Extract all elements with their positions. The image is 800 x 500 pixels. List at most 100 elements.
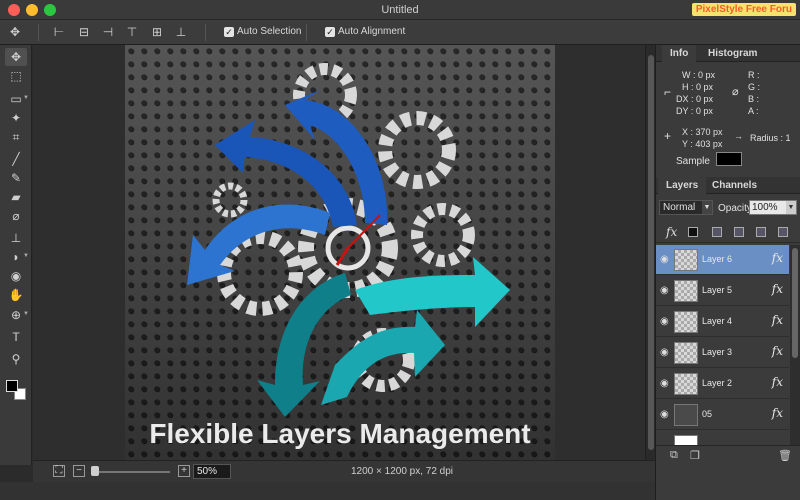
toolbar-divider <box>306 24 307 41</box>
zoom-slider-track[interactable] <box>95 471 170 473</box>
tools-panel: ✥ ⬚ ▭ ▼ ✦ ⌗ ╱ ✎ ▰ ⌀ ⊥ ◗ ▼ ◉ ✋ ⊕ ▼ T ⚲ <box>0 45 32 465</box>
layer-thumbnail <box>674 373 698 395</box>
style-outer-glow-icon[interactable] <box>734 227 744 237</box>
transform-tool-button[interactable]: ⬚ <box>5 67 27 85</box>
layer-style-bar: fx <box>656 221 800 243</box>
info-dy: DY : 0 px <box>676 106 713 116</box>
check-icon: ✓ <box>325 27 335 37</box>
layer-row[interactable] <box>656 431 789 445</box>
options-toolbar: ✥ ⊢ ⊟ ⊣ ⊤ ⊞ ⊥ ✓ Auto Selection ✓ Auto Alig… <box>0 20 800 45</box>
crop-tool-button[interactable]: ⌗ <box>5 128 27 146</box>
marquee-tool-button[interactable]: ▭ ▼ <box>5 90 29 108</box>
layer-fx-icon[interactable]: fx <box>772 344 783 358</box>
align-center-h-icon[interactable]: ⊟ <box>77 25 91 39</box>
align-center-v-icon[interactable]: ⊞ <box>150 25 164 39</box>
bottom-strip <box>0 482 655 500</box>
selection-corner-icon: ⌐ <box>664 85 672 99</box>
move-tool-icon[interactable]: ✥ <box>8 25 22 39</box>
layer-thumbnail <box>674 280 698 302</box>
toolbar-divider <box>205 24 206 41</box>
pencil-tool-button[interactable]: ✎ <box>5 169 27 187</box>
blend-mode-select[interactable]: Normal ▼ <box>659 200 713 215</box>
window-title: Untitled <box>381 4 419 16</box>
zoom-slider-knob[interactable] <box>91 466 99 476</box>
auto-selection-checkbox[interactable]: ✓ Auto Selection <box>224 26 302 37</box>
zoom-in-icon[interactable]: + <box>178 465 190 477</box>
fx-icon[interactable]: fx <box>666 225 677 239</box>
align-top-icon[interactable]: ⊤ <box>125 25 139 39</box>
toolbar-divider <box>38 24 39 41</box>
layer-thumbnail <box>674 311 698 333</box>
canvas[interactable]: Flexible Layers Management <box>125 45 555 460</box>
zoom-level-field[interactable]: 50% <box>193 464 231 479</box>
fit-screen-icon[interactable]: ⛶ <box>53 465 65 477</box>
align-right-icon[interactable]: ⊣ <box>101 25 115 39</box>
red-eye-tool-button[interactable]: ◉ <box>5 267 27 285</box>
blend-mode-value: Normal <box>663 202 696 213</box>
eyedropper-icon: ⌀ <box>732 86 739 98</box>
tab-info[interactable]: Info <box>662 45 697 62</box>
hand-tool-button[interactable]: ✋ <box>5 286 27 304</box>
auto-alignment-checkbox[interactable]: ✓ Auto Alignment <box>325 26 405 37</box>
layer-fx-icon[interactable]: fx <box>772 406 783 420</box>
info-h: H : 0 px <box>682 82 714 92</box>
layer-thumbnail <box>674 404 698 426</box>
magnifier-tool-button[interactable]: ⚲ <box>5 350 27 368</box>
text-tool-button[interactable]: T <box>5 328 27 346</box>
foreground-color-swatch[interactable] <box>6 380 18 392</box>
bucket-tool-button[interactable]: ◗ ▼ <box>5 248 29 266</box>
tab-layers[interactable]: Layers <box>658 177 707 194</box>
canvas-vertical-scrollbar[interactable] <box>645 45 655 460</box>
layer-fx-icon[interactable]: fx <box>772 375 783 389</box>
sample-color-swatch[interactable] <box>716 152 742 166</box>
duplicate-layer-icon[interactable]: ❐ <box>690 449 700 462</box>
visibility-eye-icon[interactable]: ◉ <box>660 285 669 296</box>
info-r: R : <box>748 70 760 80</box>
stamp-tool-button[interactable]: ⊥ <box>5 229 27 247</box>
visibility-eye-icon[interactable]: ◉ <box>660 347 669 358</box>
layer-row[interactable]: ◉ Layer 6 fx <box>656 245 789 275</box>
layer-fx-icon[interactable]: fx <box>772 313 783 327</box>
check-icon: ✓ <box>224 27 234 37</box>
tab-channels[interactable]: Channels <box>712 180 757 191</box>
sample-label: Sample <box>676 156 710 167</box>
layer-fx-icon[interactable]: fx <box>772 251 783 265</box>
layer-thumbnail <box>674 249 698 271</box>
layer-row[interactable]: ◉ 05 fx <box>656 400 789 430</box>
eraser-tool-button[interactable]: ▰ <box>5 188 27 206</box>
new-layer-icon[interactable]: ⧉ <box>670 449 678 462</box>
eyedropper-tool-button[interactable]: ⌀ <box>5 207 27 225</box>
layer-row[interactable]: ◉ Layer 5 fx <box>656 276 789 306</box>
brush-tool-button[interactable]: ╱ <box>5 150 27 168</box>
move-tool-button[interactable]: ✥ <box>5 48 27 66</box>
style-bevel-icon[interactable] <box>756 227 766 237</box>
layer-name: Layer 6 <box>702 254 733 264</box>
tab-histogram[interactable]: Histogram <box>708 48 757 59</box>
layer-thumbnail <box>674 342 698 364</box>
zoom-out-icon[interactable]: − <box>73 465 85 477</box>
align-bottom-icon[interactable]: ⊥ <box>174 25 188 39</box>
align-left-icon[interactable]: ⊢ <box>52 25 66 39</box>
opacity-field[interactable]: 100% ▼ <box>749 200 797 215</box>
layer-row[interactable]: ◉ Layer 2 fx <box>656 369 789 399</box>
visibility-eye-icon[interactable]: ◉ <box>660 316 669 327</box>
layers-footer: ⧉ ❐ 🗑 <box>656 445 800 465</box>
visibility-eye-icon[interactable]: ◉ <box>660 254 669 265</box>
layer-row[interactable]: ◉ Layer 3 fx <box>656 338 789 368</box>
visibility-eye-icon[interactable]: ◉ <box>660 409 669 420</box>
layer-name: Layer 4 <box>702 316 733 326</box>
layer-row[interactable]: ◉ Layer 4 fx <box>656 307 789 337</box>
style-shadow-icon[interactable] <box>688 227 698 237</box>
scrollbar-thumb[interactable] <box>648 55 654 450</box>
trash-icon[interactable]: 🗑 <box>778 449 792 462</box>
style-stroke-icon[interactable] <box>778 227 788 237</box>
style-inner-shadow-icon[interactable] <box>712 227 722 237</box>
info-x: X : 370 px <box>682 127 723 137</box>
layers-scrollbar[interactable] <box>790 245 800 445</box>
zoom-tool-button[interactable]: ⊕ ▼ <box>5 306 29 324</box>
magic-wand-tool-button[interactable]: ✦ <box>5 109 27 127</box>
layer-fx-icon[interactable]: fx <box>772 282 783 296</box>
visibility-eye-icon[interactable]: ◉ <box>660 378 669 389</box>
layer-name: Layer 5 <box>702 285 733 295</box>
scrollbar-thumb[interactable] <box>792 248 798 358</box>
